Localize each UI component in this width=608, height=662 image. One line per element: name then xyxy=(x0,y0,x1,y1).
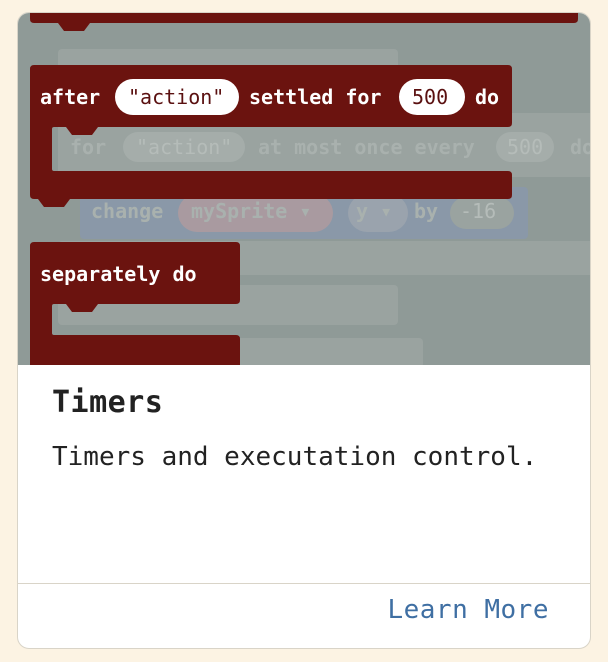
ghost-change-label: change xyxy=(91,199,163,223)
do-label: do xyxy=(475,85,499,109)
ghost-sprite-name: mySprite ▾ xyxy=(191,199,311,223)
block-preview: for "action" at most once every 500 do c… xyxy=(30,13,590,365)
preview-image: for "action" at most once every 500 do c… xyxy=(18,13,590,365)
card-title: Timers xyxy=(52,385,164,420)
ghost-most-label: at most once every xyxy=(258,135,475,159)
ghost-most-value: 500 xyxy=(507,135,543,159)
card-divider xyxy=(18,583,590,584)
event-name: "action" xyxy=(128,85,224,109)
settled-label: settled for xyxy=(249,85,381,109)
settle-time: 500 xyxy=(412,85,448,109)
ghost-most-tail: do xyxy=(570,135,590,159)
cut-off-block xyxy=(30,13,578,31)
learn-more-link[interactable]: Learn More xyxy=(387,595,549,625)
extension-card[interactable]: for "action" at most once every 500 do c… xyxy=(17,12,591,649)
card-description: Timers and executation control. xyxy=(52,442,538,472)
ghost-axis-name: y ▾ xyxy=(356,199,392,223)
ghost-by-label: by xyxy=(414,199,438,223)
after-label: after xyxy=(40,85,100,109)
ghost-for-event: "action" xyxy=(136,135,232,159)
separately-do-block xyxy=(30,242,240,365)
ghost-by-value: -16 xyxy=(460,199,496,223)
ghost-for-label: for xyxy=(70,135,106,159)
separately-label: separately do xyxy=(40,262,197,286)
